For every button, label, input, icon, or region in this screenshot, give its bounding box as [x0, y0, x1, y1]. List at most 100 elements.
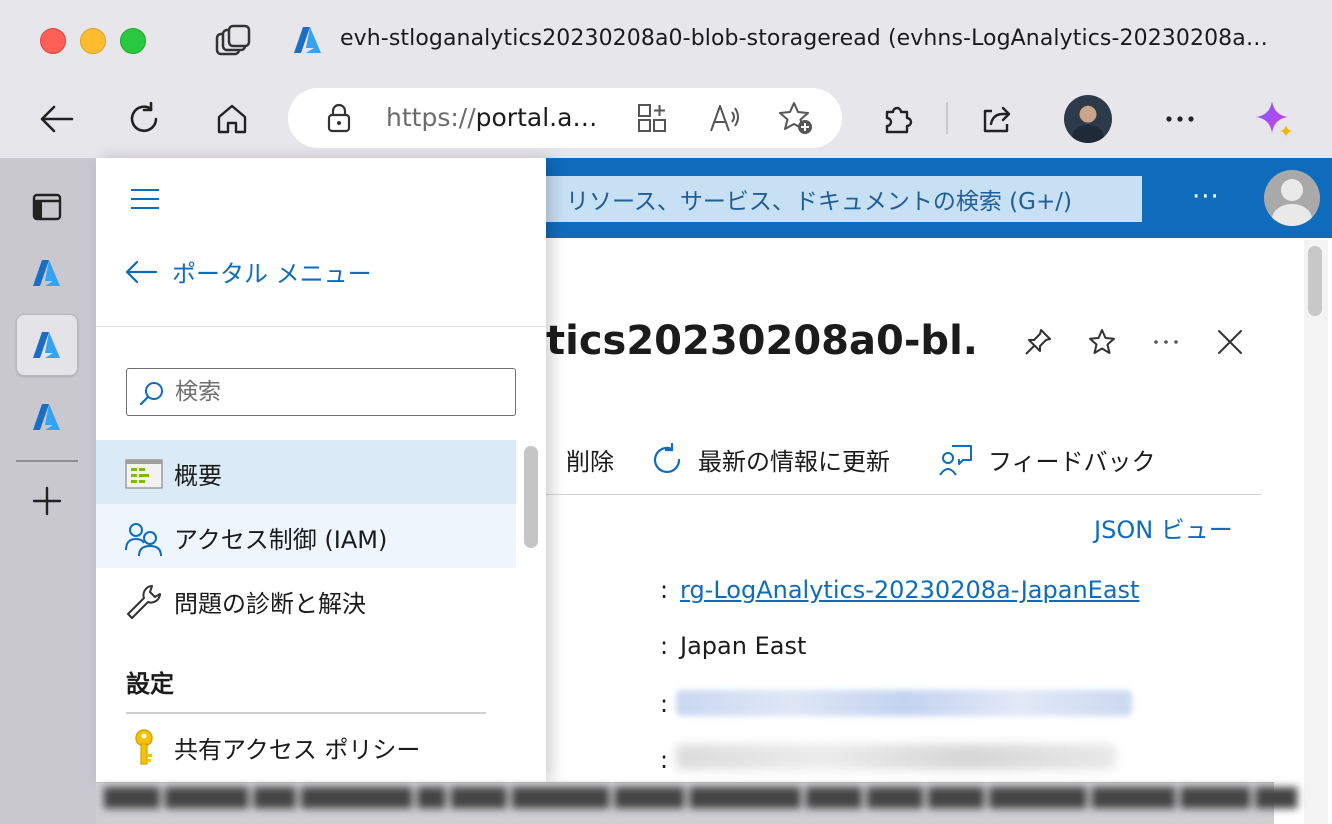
- location-value: Japan East: [680, 632, 807, 660]
- pin-icon: [1025, 329, 1051, 355]
- search-icon: [139, 382, 163, 406]
- favorite-button[interactable]: [1080, 320, 1124, 364]
- refresh-label: 最新の情報に更新: [698, 448, 890, 476]
- maximize-window-button[interactable]: [120, 28, 146, 54]
- extensions-button[interactable]: [876, 97, 920, 141]
- menu-item-diagnose[interactable]: 問題の診断と解決: [96, 568, 516, 632]
- share-button[interactable]: [974, 97, 1018, 141]
- command-bar-divider: [546, 494, 1262, 495]
- refresh-command[interactable]: 最新の情報に更新: [650, 442, 890, 477]
- hamburger-menu-icon[interactable]: [130, 188, 160, 210]
- overview-icon: [125, 459, 163, 489]
- property-colon: :: [660, 576, 669, 604]
- azure-favicon-icon: [294, 27, 321, 53]
- home-icon: [217, 104, 247, 134]
- more-horizontal-icon: [1166, 116, 1194, 122]
- copilot-button[interactable]: [1252, 97, 1296, 141]
- property-colon: :: [660, 746, 669, 774]
- menu-item-label: アクセス制御 (IAM): [174, 526, 388, 554]
- azure-search-placeholder[interactable]: リソース、サービス、ドキュメントの検索 (G+/): [566, 182, 1072, 216]
- blade-scrollbar-thumb[interactable]: [1308, 246, 1322, 316]
- resource-group-link[interactable]: rg-LogAnalytics-20230208a-JapanEast: [680, 576, 1139, 604]
- azure-favicon-icon: [33, 404, 60, 430]
- close-icon: [1218, 330, 1242, 354]
- portal-menu-label: ポータル メニュー: [172, 260, 372, 288]
- user-head-icon: [1281, 179, 1303, 201]
- people-icon: [125, 523, 162, 557]
- minimize-window-button[interactable]: [80, 28, 106, 54]
- feedback-icon: [939, 444, 972, 476]
- new-tab-button[interactable]: [16, 470, 78, 532]
- refresh-button[interactable]: [122, 97, 166, 141]
- toolbar-divider: [946, 102, 948, 134]
- close-window-button[interactable]: [40, 28, 66, 54]
- home-button[interactable]: [210, 97, 254, 141]
- vertical-tab-azure-3[interactable]: [16, 386, 78, 448]
- close-blade-button[interactable]: [1208, 320, 1252, 364]
- portal-menu-back-link[interactable]: ポータル メニュー: [124, 254, 372, 289]
- feedback-command[interactable]: フィードバック: [938, 442, 1156, 477]
- vertical-tabs-divider: [16, 460, 78, 462]
- menu-scrollbar[interactable]: [516, 440, 546, 782]
- menu-search-input[interactable]: [175, 377, 505, 407]
- blade-more-button[interactable]: [1144, 320, 1188, 364]
- azure-favicon-icon: [33, 260, 60, 286]
- delete-command[interactable]: 削除: [548, 442, 614, 477]
- star-icon: [1089, 329, 1115, 354]
- subscription-value-redacted: [676, 690, 1132, 716]
- menu-item-access-control[interactable]: アクセス制御 (IAM): [96, 504, 516, 568]
- status-bar-text: ████ ██████ ███ ████████ ██ ████ ███████…: [104, 788, 1298, 809]
- url-scheme: https://: [386, 103, 476, 132]
- copilot-sparkle-icon: [1256, 101, 1292, 137]
- active-tab-title[interactable]: evh-stloganalytics20230208a0-blob-storag…: [340, 26, 1310, 51]
- menu-item-label: 共有アクセス ポリシー: [174, 736, 421, 764]
- tab-actions-icon[interactable]: [212, 24, 252, 58]
- menu-item-label: 概要: [174, 462, 222, 490]
- menu-item-shared-access-policies[interactable]: 共有アクセス ポリシー: [96, 714, 516, 778]
- property-colon: :: [660, 632, 669, 660]
- property-colon: :: [660, 690, 669, 718]
- lock-icon[interactable]: [326, 102, 352, 134]
- add-favorite-icon[interactable]: [778, 100, 814, 136]
- azure-account-avatar[interactable]: [1264, 170, 1320, 226]
- azure-favicon-icon: [33, 332, 60, 358]
- feedback-label: フィードバック: [988, 448, 1156, 476]
- sidebar-layout-icon: [32, 193, 62, 221]
- back-arrow-icon: [40, 105, 74, 133]
- url-text[interactable]: https://portal.a…: [386, 103, 597, 132]
- key-icon: [135, 729, 153, 765]
- back-button[interactable]: [34, 97, 78, 141]
- menu-scrollbar-thumb[interactable]: [524, 446, 538, 548]
- subscription-id-redacted: [676, 744, 1116, 770]
- refresh-icon: [653, 442, 681, 473]
- refresh-icon: [130, 102, 158, 133]
- puzzle-icon: [885, 106, 913, 134]
- pin-button[interactable]: [1016, 320, 1060, 364]
- address-bar[interactable]: https://portal.a…: [288, 88, 842, 148]
- menu-item-label: 問題の診断と解決: [174, 590, 366, 618]
- settings-more-button[interactable]: [1158, 97, 1202, 141]
- back-arrow-icon: [125, 260, 158, 283]
- app-available-icon[interactable]: [636, 102, 668, 134]
- url-host: portal.a…: [475, 103, 598, 132]
- share-icon: [983, 106, 1011, 133]
- vertical-tab-azure-1[interactable]: [16, 242, 78, 304]
- profile-avatar[interactable]: [1064, 95, 1112, 143]
- vertical-tabs-panel: [0, 158, 96, 824]
- delete-label: 削除: [566, 448, 614, 476]
- read-aloud-icon[interactable]: [708, 102, 742, 134]
- menu-divider: [96, 326, 546, 327]
- collapse-tabs-button[interactable]: [16, 176, 78, 238]
- menu-group-settings: 設定: [126, 670, 174, 698]
- plus-icon: [32, 486, 62, 516]
- menu-item-overview[interactable]: 概要: [96, 440, 516, 504]
- vertical-tab-azure-2-active[interactable]: [16, 314, 78, 376]
- azure-more-button[interactable]: ···: [1192, 182, 1220, 212]
- more-horizontal-icon: [1154, 340, 1178, 344]
- json-view-link[interactable]: JSON ビュー: [1094, 510, 1233, 545]
- blade-scrollbar[interactable]: [1304, 240, 1328, 824]
- menu-search-box[interactable]: [126, 368, 516, 416]
- wrench-icon: [127, 585, 161, 619]
- blade-title: tics20230208a0-bl...: [546, 318, 978, 364]
- user-body-icon: [1272, 204, 1312, 226]
